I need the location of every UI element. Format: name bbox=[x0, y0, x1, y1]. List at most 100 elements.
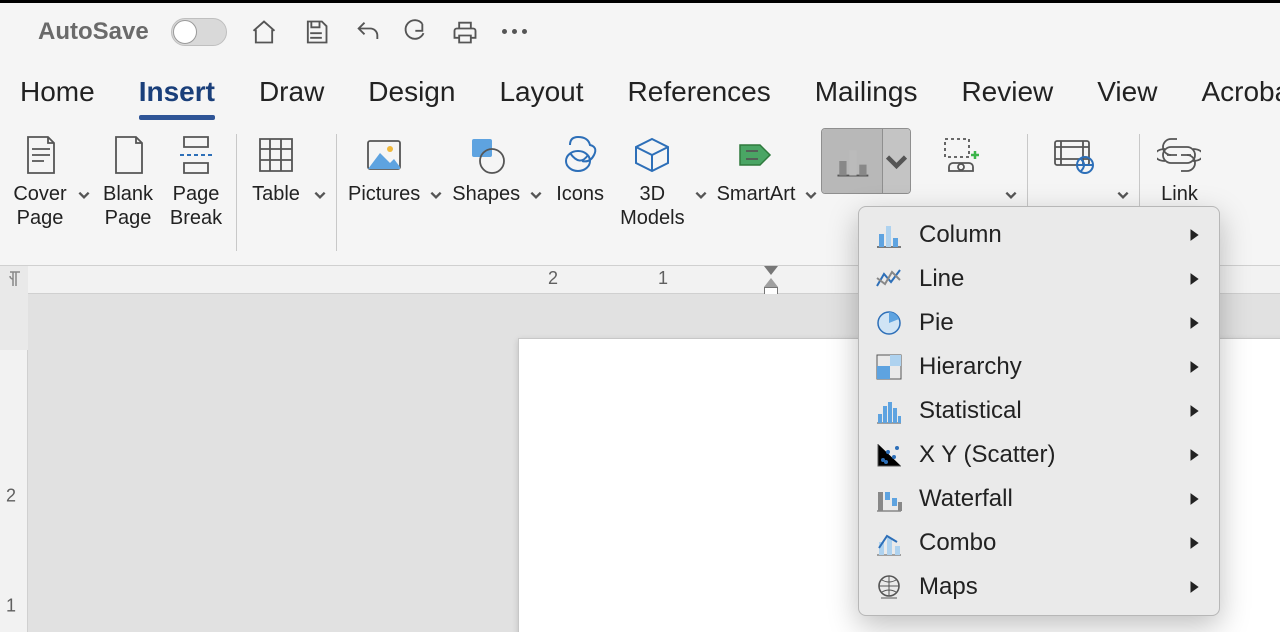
autosave-toggle[interactable] bbox=[171, 18, 227, 46]
print-icon[interactable] bbox=[450, 17, 480, 47]
ruler-mark: 2 bbox=[6, 486, 16, 507]
page-break-button[interactable]: Page Break bbox=[162, 128, 230, 234]
ribbon-tabs: Home Insert Draw Design Layout Reference… bbox=[0, 60, 1280, 120]
icons-button[interactable]: Icons bbox=[546, 128, 614, 210]
submenu-arrow-icon bbox=[1187, 529, 1201, 557]
pictures-button[interactable]: Pictures bbox=[342, 128, 426, 210]
online-video-button[interactable] bbox=[1033, 128, 1113, 182]
smartart-dropdown-icon[interactable] bbox=[801, 170, 821, 220]
tab-layout[interactable]: Layout bbox=[499, 76, 583, 120]
more-commands-icon[interactable] bbox=[502, 29, 527, 34]
cover-page-label: Cover Page bbox=[13, 182, 66, 230]
page-break-icon bbox=[173, 132, 219, 178]
table-button[interactable]: Table bbox=[242, 128, 310, 210]
tab-draw[interactable]: Draw bbox=[259, 76, 324, 120]
tab-references[interactable]: References bbox=[628, 76, 771, 120]
menu-item-statistical[interactable]: Statistical bbox=[859, 389, 1219, 433]
first-line-indent-icon[interactable] bbox=[764, 266, 778, 275]
statistical-chart-icon bbox=[873, 395, 905, 427]
pictures-dropdown-icon[interactable] bbox=[426, 170, 446, 220]
3d-models-dropdown-icon[interactable] bbox=[691, 170, 711, 220]
quick-access-toolbar: AutoSave bbox=[0, 0, 1280, 60]
link-icon bbox=[1156, 132, 1202, 178]
tab-acrobat[interactable]: Acrobat bbox=[1201, 76, 1280, 120]
smartart-button[interactable]: SmartArt bbox=[711, 128, 802, 210]
shapes-dropdown-icon[interactable] bbox=[526, 170, 546, 220]
autosave-label: AutoSave bbox=[38, 18, 149, 46]
submenu-arrow-icon bbox=[1187, 397, 1201, 425]
menu-item-waterfall[interactable]: Waterfall bbox=[859, 477, 1219, 521]
ruler-mark: 2 bbox=[548, 268, 558, 289]
menu-item-line[interactable]: Line bbox=[859, 257, 1219, 301]
3d-models-button[interactable]: 3D Models bbox=[614, 128, 690, 234]
menu-item-label: Column bbox=[919, 221, 1173, 249]
shapes-label: Shapes bbox=[452, 182, 520, 206]
save-icon[interactable] bbox=[301, 17, 331, 47]
smartart-label: SmartArt bbox=[717, 182, 796, 206]
home-icon[interactable] bbox=[249, 17, 279, 47]
chart-split-button[interactable] bbox=[821, 128, 911, 194]
combo-chart-icon bbox=[873, 527, 905, 559]
submenu-arrow-icon bbox=[1187, 441, 1201, 469]
submenu-arrow-icon bbox=[1187, 485, 1201, 513]
menu-item-combo[interactable]: Combo bbox=[859, 521, 1219, 565]
3d-models-label: 3D Models bbox=[620, 182, 684, 230]
table-dropdown-icon[interactable] bbox=[310, 170, 330, 220]
submenu-arrow-icon bbox=[1187, 265, 1201, 293]
chart-icon[interactable] bbox=[822, 129, 882, 193]
group-pages: Cover Page Blank Page Page Break bbox=[0, 120, 236, 265]
cover-page-dropdown-icon[interactable] bbox=[74, 170, 94, 220]
undo-icon[interactable] bbox=[353, 17, 383, 47]
paragraph-mark-icon bbox=[6, 270, 22, 293]
tab-view[interactable]: View bbox=[1097, 76, 1157, 120]
tab-design[interactable]: Design bbox=[368, 76, 455, 120]
pie-chart-icon bbox=[873, 307, 905, 339]
menu-item-label: Line bbox=[919, 265, 1173, 293]
pictures-label: Pictures bbox=[348, 182, 420, 206]
chart-dropdown-icon[interactable] bbox=[882, 129, 910, 193]
shapes-button[interactable]: Shapes bbox=[446, 128, 526, 210]
maps-chart-icon bbox=[873, 571, 905, 603]
menu-item-column[interactable]: Column bbox=[859, 213, 1219, 257]
screenshot-button[interactable] bbox=[921, 128, 1001, 182]
blank-page-button[interactable]: Blank Page bbox=[94, 128, 162, 234]
icons-label: Icons bbox=[556, 182, 604, 206]
menu-item-pie[interactable]: Pie bbox=[859, 301, 1219, 345]
menu-item-label: Hierarchy bbox=[919, 353, 1173, 381]
blank-page-icon bbox=[105, 132, 151, 178]
menu-item-maps[interactable]: Maps bbox=[859, 565, 1219, 609]
menu-item-scatter[interactable]: X Y (Scatter) bbox=[859, 433, 1219, 477]
waterfall-chart-icon bbox=[873, 483, 905, 515]
line-chart-icon bbox=[873, 263, 905, 295]
online-video-icon bbox=[1050, 132, 1096, 178]
table-label: Table bbox=[252, 182, 300, 206]
hierarchy-chart-icon bbox=[873, 351, 905, 383]
3d-models-icon bbox=[629, 132, 675, 178]
tab-review[interactable]: Review bbox=[961, 76, 1053, 120]
redo-icon[interactable] bbox=[398, 17, 428, 47]
vertical-ruler[interactable]: 2 1 bbox=[0, 350, 28, 632]
tab-insert[interactable]: Insert bbox=[139, 76, 215, 120]
tab-home[interactable]: Home bbox=[20, 76, 95, 120]
link-button[interactable]: Link bbox=[1145, 128, 1213, 210]
cover-page-icon bbox=[17, 132, 63, 178]
tab-mailings[interactable]: Mailings bbox=[815, 76, 918, 120]
hanging-indent-icon[interactable] bbox=[764, 278, 778, 287]
column-chart-icon bbox=[873, 219, 905, 251]
menu-item-label: Pie bbox=[919, 309, 1173, 337]
submenu-arrow-icon bbox=[1187, 221, 1201, 249]
smartart-icon bbox=[733, 132, 779, 178]
ruler-mark: 1 bbox=[658, 268, 668, 289]
group-table: Table bbox=[236, 120, 336, 265]
scatter-chart-icon bbox=[873, 439, 905, 471]
menu-item-label: Waterfall bbox=[919, 485, 1173, 513]
submenu-arrow-icon bbox=[1187, 353, 1201, 381]
cover-page-button[interactable]: Cover Page bbox=[6, 128, 74, 234]
menu-item-hierarchy[interactable]: Hierarchy bbox=[859, 345, 1219, 389]
menu-item-label: Maps bbox=[919, 573, 1173, 601]
pictures-icon bbox=[361, 132, 407, 178]
toggle-knob bbox=[173, 20, 197, 44]
menu-item-label: Combo bbox=[919, 529, 1173, 557]
submenu-arrow-icon bbox=[1187, 573, 1201, 601]
page-break-label: Page Break bbox=[170, 182, 222, 230]
